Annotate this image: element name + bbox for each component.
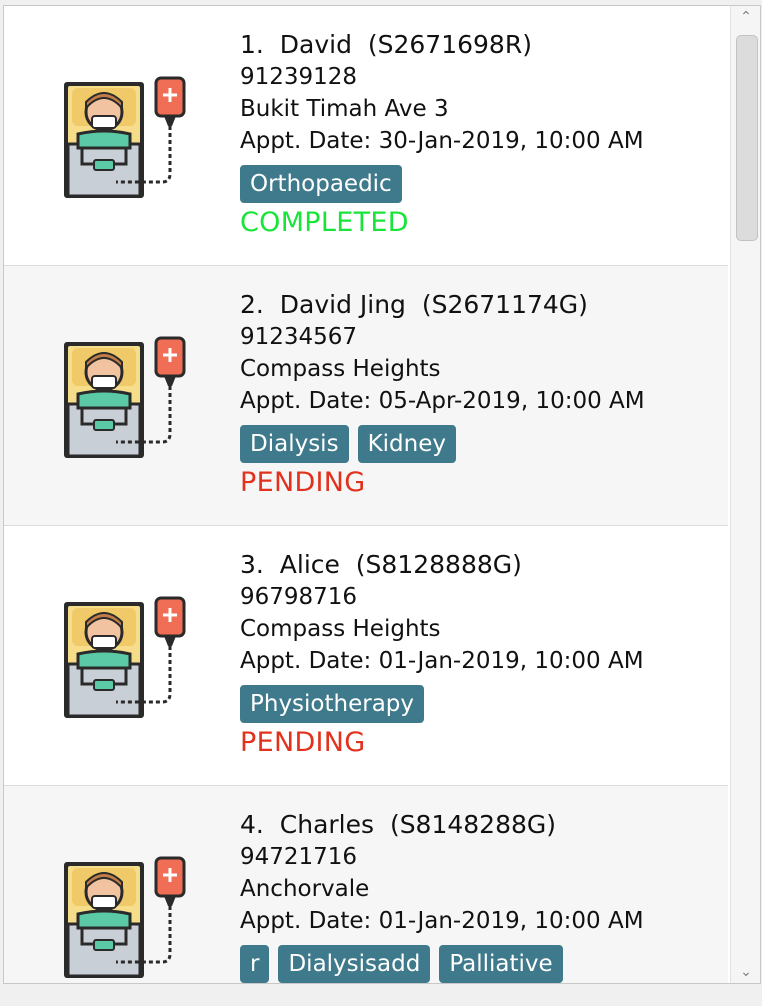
patient-bed-icon (54, 586, 194, 726)
vertical-scrollbar[interactable]: ⌃ ⌄ (730, 6, 760, 983)
person-index: 3. (240, 550, 264, 579)
tag: Kidney (357, 425, 456, 463)
tag: Physiotherapy (240, 685, 425, 723)
person-index: 2. (240, 290, 264, 319)
person-card[interactable]: 4. Charles (S8148288G) 94721716 Anchorva… (4, 786, 728, 983)
tag-list: Dialysis Kidney (240, 425, 645, 463)
person-address: Compass Heights (240, 616, 441, 642)
tag-list: Orthopaedic (240, 165, 644, 203)
person-index: 4. (240, 810, 264, 839)
patient-bed-icon (54, 66, 194, 206)
tag: Dialysis (240, 425, 349, 463)
person-list-panel: 1. David (S2671698R) 91239128 Bukit Tima… (3, 5, 761, 984)
tag: Dialysisadd (278, 945, 431, 983)
person-list[interactable]: 1. David (S2671698R) 91239128 Bukit Tima… (4, 6, 728, 983)
person-name: Alice (279, 550, 340, 579)
patient-bed-icon (54, 846, 194, 983)
person-appointment: Appt. Date: 30-Jan-2019, 10:00 AM (240, 128, 644, 154)
tag: Palliative (439, 945, 563, 983)
chevron-up-icon[interactable]: ⌃ (731, 6, 760, 28)
person-address: Anchorvale (240, 876, 370, 902)
chevron-down-icon[interactable]: ⌄ (731, 961, 760, 983)
person-card[interactable]: 2. David Jing (S2671174G) 91234567 Compa… (4, 266, 728, 526)
person-nric: (S8148288G) (389, 810, 557, 839)
person-phone: 94721716 (240, 844, 358, 870)
person-appointment: Appt. Date: 05-Apr-2019, 10:00 AM (240, 388, 645, 414)
status-label: COMPLETED (240, 207, 409, 238)
person-address: Compass Heights (240, 356, 441, 382)
person-appointment: Appt. Date: 01-Jan-2019, 10:00 AM (240, 648, 644, 674)
person-card[interactable]: 1. David (S2671698R) 91239128 Bukit Tima… (4, 6, 728, 266)
person-phone: 91239128 (240, 64, 358, 90)
person-appointment: Appt. Date: 01-Jan-2019, 10:00 AM (240, 908, 644, 934)
tag: r (240, 945, 270, 983)
tag: Orthopaedic (240, 165, 402, 203)
person-nric: (S2671698R) (367, 30, 532, 59)
person-phone: 96798716 (240, 584, 358, 610)
person-name: Charles (279, 810, 375, 839)
tag-list: Physiotherapy (240, 685, 644, 723)
status-label: PENDING (240, 727, 366, 758)
status-label: PENDING (240, 467, 366, 498)
patient-bed-icon (54, 326, 194, 466)
person-card[interactable]: 3. Alice (S8128888G) 96798716 Compass He… (4, 526, 728, 786)
person-nric: (S2671174G) (421, 290, 588, 319)
person-index: 1. (240, 30, 264, 59)
person-phone: 91234567 (240, 324, 358, 350)
scrollbar-thumb[interactable] (736, 35, 758, 241)
person-nric: (S8128888G) (355, 550, 522, 579)
tag-list: r Dialysisadd Palliative (240, 945, 644, 983)
person-address: Bukit Timah Ave 3 (240, 96, 449, 122)
person-name: David (279, 30, 352, 59)
person-name: David Jing (279, 290, 406, 319)
